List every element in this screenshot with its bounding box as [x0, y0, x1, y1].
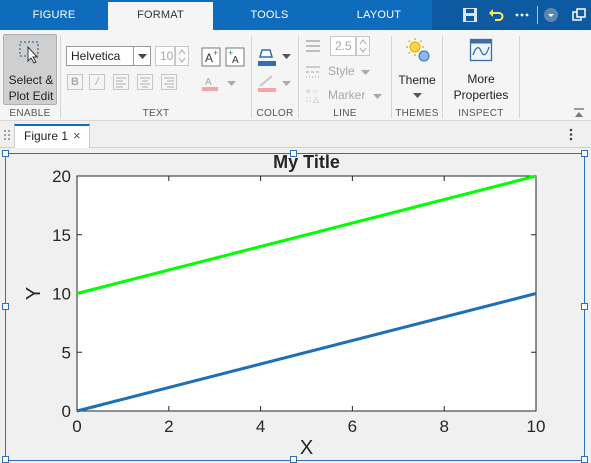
theme-button[interactable]: Theme	[394, 34, 440, 104]
font-size-field[interactable]: 10	[155, 46, 175, 66]
align-right-icon[interactable]	[161, 74, 177, 90]
x-tick-label: 6	[348, 417, 357, 436]
figure-document-tab[interactable]: Figure 1 ×	[14, 124, 90, 148]
font-color-icon[interactable]: A	[201, 74, 219, 92]
chevron-down-icon[interactable]	[282, 54, 291, 59]
svg-text:A: A	[205, 77, 212, 88]
line-chart[interactable]: 0 2 4 6 8 10 0 5 10 15 20 My Title X Y	[0, 148, 591, 463]
ribbon-separator	[519, 36, 520, 118]
svg-text:A: A	[205, 51, 213, 65]
marker-icon: × ○ □ △	[306, 87, 320, 104]
y-tick-label: 0	[62, 402, 71, 421]
y-tick-label: 15	[52, 226, 71, 245]
select-plot-edit-label-2: Plot Edit	[8, 89, 54, 103]
matlab-figure-window: FIGURE FORMAT TOOLS LAYOUT Select & Plot…	[0, 0, 591, 463]
tab-layout[interactable]: LAYOUT	[326, 0, 432, 30]
italic-button[interactable]: /	[89, 74, 105, 90]
line-width-spinner[interactable]	[356, 36, 370, 56]
y-tick-label: 10	[52, 285, 71, 304]
group-inspect: More Properties INSPECT	[443, 30, 519, 121]
font-name-select[interactable]: Helvetica	[66, 46, 134, 66]
dropdown-icon[interactable]	[543, 7, 559, 23]
more-properties-label-2: Properties	[453, 88, 509, 102]
x-tick-label: 0	[72, 417, 81, 436]
select-plot-edit-label-1: Select &	[8, 73, 54, 87]
x-tick-label: 8	[439, 417, 448, 436]
toolstrip-tab-bar: FIGURE FORMAT TOOLS LAYOUT	[0, 0, 591, 30]
group-color: COLOR	[252, 30, 298, 121]
select-plot-edit-button[interactable]: Select & Plot Edit	[3, 34, 57, 105]
undo-icon[interactable]	[488, 7, 504, 23]
property-inspector-icon	[469, 38, 493, 62]
font-size-spinner[interactable]	[175, 46, 189, 66]
svg-text:+: +	[228, 48, 233, 58]
drag-handle-icon[interactable]	[3, 129, 11, 141]
close-icon[interactable]: ×	[73, 126, 81, 146]
x-axis-label[interactable]: X	[300, 437, 313, 459]
save-icon[interactable]	[462, 7, 478, 23]
more-properties-label-1: More	[467, 72, 495, 86]
group-label-line: LINE	[333, 108, 357, 119]
fill-color-icon[interactable]	[256, 46, 278, 68]
chevron-down-icon[interactable]	[282, 81, 291, 86]
group-themes: Theme THEMES	[392, 30, 442, 121]
x-tick-label: 10	[527, 417, 546, 436]
group-label-enable: ENABLE	[9, 108, 51, 119]
spinner-arrows-icon	[178, 49, 186, 63]
tab-figure[interactable]: FIGURE	[0, 0, 108, 30]
group-enable: Select & Plot Edit ENABLE	[0, 30, 60, 121]
line-width-field[interactable]: 2.5	[330, 36, 356, 56]
collapse-ribbon-icon[interactable]	[573, 108, 585, 118]
chevron-down-icon[interactable]	[227, 81, 236, 86]
align-center-icon[interactable]	[137, 74, 153, 90]
chevron-down-icon	[413, 93, 422, 98]
figure-tab-strip: Figure 1 ×	[0, 121, 591, 148]
vertical-more-icon[interactable]	[569, 128, 573, 141]
decrease-font-size-icon[interactable]: A +	[225, 47, 245, 67]
figure-canvas: 0 2 4 6 8 10 0 5 10 15 20 My Title X Y	[0, 148, 591, 463]
undock-icon[interactable]	[572, 8, 586, 22]
quick-access-bar	[432, 0, 591, 30]
chart-title[interactable]: My Title	[273, 152, 340, 172]
more-icon[interactable]	[515, 12, 529, 18]
group-text: Helvetica 10 A + A + B / A TEXT	[61, 30, 251, 121]
line-style-icon	[306, 66, 320, 78]
y-axis-label[interactable]: Y	[23, 287, 45, 300]
marker-dropdown[interactable]: Marker	[328, 88, 365, 102]
x-tick-label: 2	[164, 417, 173, 436]
line-width-icon	[306, 40, 320, 52]
increase-font-size-icon[interactable]: A +	[201, 47, 221, 67]
group-line: 2.5 Style × ○ □ △ Marker LINE	[299, 30, 391, 121]
tab-tools[interactable]: TOOLS	[213, 0, 326, 30]
chevron-down-icon	[138, 54, 147, 59]
spinner-arrows-icon	[359, 39, 367, 53]
x-tick-label: 4	[256, 417, 265, 436]
tab-format[interactable]: FORMAT	[108, 2, 213, 30]
more-properties-button[interactable]: More Properties	[449, 34, 513, 104]
svg-text:△: △	[313, 95, 320, 104]
svg-text:□: □	[306, 95, 311, 104]
chevron-down-icon	[373, 94, 382, 99]
group-label-themes: THEMES	[395, 108, 439, 119]
y-tick-label: 5	[62, 343, 71, 362]
quick-access-divider	[537, 6, 538, 24]
select-arrow-icon	[19, 41, 39, 64]
plot-area	[76, 175, 537, 412]
y-tick-label: 20	[52, 167, 71, 186]
figure-tab-label: Figure 1	[24, 129, 69, 143]
align-left-icon[interactable]	[113, 74, 129, 90]
bold-button[interactable]: B	[67, 74, 83, 90]
edge-color-icon[interactable]	[256, 74, 278, 94]
group-label-text: TEXT	[142, 108, 170, 119]
group-label-color: COLOR	[256, 108, 294, 119]
theme-button-label: Theme	[398, 73, 436, 87]
chevron-down-icon	[361, 70, 370, 75]
format-ribbon: Select & Plot Edit ENABLE Helvetica 10 A…	[0, 30, 591, 121]
line-style-dropdown[interactable]: Style	[328, 64, 355, 78]
svg-text:+: +	[213, 48, 218, 58]
group-label-inspect: INSPECT	[458, 108, 504, 119]
theme-icon	[406, 38, 430, 62]
font-name-dropdown[interactable]	[133, 46, 151, 66]
